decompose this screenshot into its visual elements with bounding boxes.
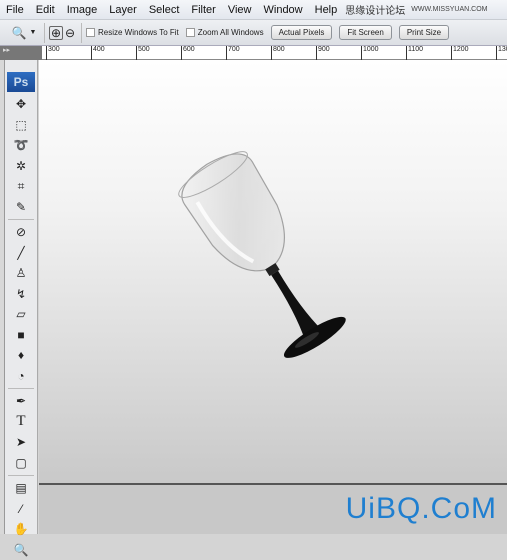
menu-bar: File Edit Image Layer Select Filter View…: [0, 0, 507, 19]
options-bar: 🔍 ▼ ⊕ ⊖ Resize Windows To Fit Zoom All W…: [0, 19, 507, 46]
ruler-tick-label: 1000: [361, 46, 379, 60]
ruler-tick-label: 600: [181, 46, 195, 60]
zoom-all-windows-checkbox[interactable]: Zoom All Windows: [186, 28, 264, 37]
type-tool-icon[interactable]: T: [5, 412, 37, 433]
checkbox-box[interactable]: [186, 28, 195, 37]
shape-tool-icon[interactable]: ▢: [5, 453, 37, 474]
zoom-tool-icon[interactable]: 🔍: [12, 26, 26, 40]
menu-file[interactable]: File: [0, 4, 30, 16]
panel-collapse-icon[interactable]: ▸▸: [0, 46, 42, 60]
checkbox-box[interactable]: [86, 28, 95, 37]
ruler-tick-label: 1200: [451, 46, 469, 60]
ruler-tick-label: 500: [136, 46, 150, 60]
zoom-tool-box-icon[interactable]: 🔍: [5, 540, 37, 560]
eraser-tool-icon[interactable]: ▱: [5, 304, 37, 325]
ruler-tick-label: 1100: [406, 46, 423, 60]
toolbox: Ps ✥ ⬚ ➰ ✲ ⌗ ✎ ⊘ ╱ ♙ ↯ ▱ ■ ♦ ◔ ✒ T ➤ ▢ ▤…: [5, 60, 38, 534]
brush-tool-icon[interactable]: ╱: [5, 243, 37, 264]
menu-edit[interactable]: Edit: [30, 4, 61, 16]
lasso-tool-icon[interactable]: ➰: [5, 135, 37, 156]
pen-tool-icon[interactable]: ✒: [5, 391, 37, 412]
actual-pixels-button[interactable]: Actual Pixels: [271, 25, 333, 40]
divider: [8, 388, 34, 389]
watermark-url: WWW.MISSYUAN.COM: [411, 6, 487, 13]
divider: [81, 23, 82, 43]
move-tool-icon[interactable]: ✥: [5, 94, 37, 115]
path-selection-icon[interactable]: ➤: [5, 432, 37, 453]
divider: [8, 219, 34, 220]
zoom-in-icon[interactable]: ⊕: [49, 26, 63, 40]
photoshop-logo: Ps: [7, 72, 35, 92]
ruler-tick-label: 800: [271, 46, 285, 60]
menu-filter[interactable]: Filter: [185, 4, 221, 16]
tool-preset-chevron-down-icon[interactable]: ▼: [26, 26, 40, 40]
healing-brush-icon[interactable]: ⊘: [5, 222, 37, 243]
blur-tool-icon[interactable]: ♦: [5, 345, 37, 366]
menu-help[interactable]: Help: [309, 4, 344, 16]
marquee-tool-icon[interactable]: ⬚: [5, 115, 37, 136]
resize-windows-label: Resize Windows To Fit: [98, 28, 179, 37]
menu-view[interactable]: View: [222, 4, 258, 16]
ruler-tick-label: 900: [316, 46, 330, 60]
divider: [8, 475, 34, 476]
magic-wand-icon[interactable]: ✲: [5, 156, 37, 177]
divider: [44, 23, 45, 43]
ruler-tick-label: 700: [226, 46, 240, 60]
resize-windows-checkbox[interactable]: Resize Windows To Fit: [86, 28, 179, 37]
zoom-all-label: Zoom All Windows: [198, 28, 264, 37]
menu-layer[interactable]: Layer: [103, 4, 143, 16]
fit-screen-button[interactable]: Fit Screen: [339, 25, 391, 40]
menu-window[interactable]: Window: [258, 4, 309, 16]
dodge-tool-icon[interactable]: ◔: [5, 366, 37, 387]
menu-select[interactable]: Select: [143, 4, 186, 16]
watermark-brand: 思缘设计论坛: [345, 2, 405, 17]
notes-tool-icon[interactable]: ▤: [5, 478, 37, 499]
print-size-button[interactable]: Print Size: [399, 25, 449, 40]
zoom-out-icon[interactable]: ⊖: [63, 26, 77, 40]
workspace-background: UiBQ.CoM: [39, 483, 507, 534]
watermark: UiBQ.CoM: [346, 492, 497, 526]
wine-glass-image: [39, 60, 507, 483]
menu-image[interactable]: Image: [61, 4, 104, 16]
gradient-tool-icon[interactable]: ■: [5, 325, 37, 346]
document-canvas[interactable]: [39, 60, 507, 483]
hand-tool-icon[interactable]: ✋: [5, 519, 37, 540]
ruler-tick-label: 1300: [496, 46, 507, 60]
history-brush-icon[interactable]: ↯: [5, 284, 37, 305]
clone-stamp-icon[interactable]: ♙: [5, 263, 37, 284]
eyedropper-icon[interactable]: ⁄: [5, 499, 37, 520]
slice-tool-icon[interactable]: ✎: [5, 197, 37, 218]
horizontal-ruler: ▸▸ 300 400 500 600 700 800 900 1000 1100 1200 1300: [0, 46, 507, 60]
ruler-tick-label: 300: [46, 46, 60, 60]
ruler-tick-label: 400: [91, 46, 105, 60]
crop-tool-icon[interactable]: ⌗: [5, 176, 37, 197]
